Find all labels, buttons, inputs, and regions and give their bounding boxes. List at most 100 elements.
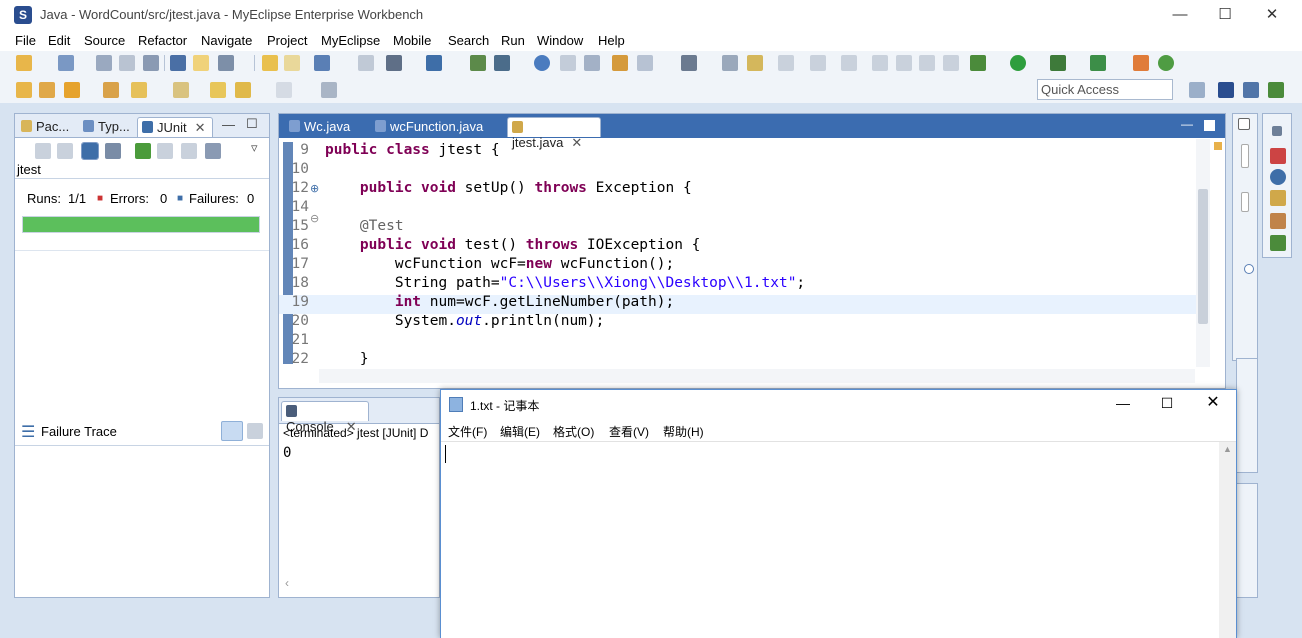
globe-icon[interactable] xyxy=(534,55,550,71)
notepad-scrollbar[interactable]: ▲ xyxy=(1219,442,1236,638)
step-over-icon[interactable] xyxy=(810,55,826,71)
servers-icon[interactable] xyxy=(1270,213,1286,229)
fold-expand-icon[interactable]: ⊕ xyxy=(310,182,319,195)
print-icon[interactable] xyxy=(143,55,159,71)
show-failures-only-icon[interactable] xyxy=(81,142,99,160)
new-icon[interactable] xyxy=(16,55,32,71)
rocket-icon[interactable] xyxy=(64,82,80,98)
suspend-icon[interactable] xyxy=(896,55,912,71)
update-icon[interactable] xyxy=(1158,55,1174,71)
maximize-editor-icon[interactable] xyxy=(1204,120,1215,131)
terminate-icon[interactable] xyxy=(919,55,935,71)
debug-view-icon[interactable] xyxy=(1270,235,1286,251)
next-edit-icon[interactable] xyxy=(131,82,147,98)
browser-icon[interactable] xyxy=(426,55,442,71)
server-icon[interactable] xyxy=(358,55,374,71)
open-folder-icon[interactable] xyxy=(16,82,32,98)
scroll-left-icon[interactable]: ‹ xyxy=(285,576,289,590)
back-history-icon[interactable] xyxy=(210,82,226,98)
next-annotation-icon[interactable] xyxy=(284,55,300,71)
notepad-menu-format[interactable]: 格式(O) xyxy=(553,423,594,440)
rerun-test-icon[interactable] xyxy=(135,143,151,159)
tab-jtest-java[interactable]: jtest.java ✕ xyxy=(507,117,601,150)
menu-navigate[interactable]: Navigate xyxy=(201,33,252,48)
debug-icon[interactable] xyxy=(970,55,986,71)
task-list-icon[interactable] xyxy=(1241,192,1249,212)
menu-search[interactable]: Search xyxy=(448,33,489,48)
menu-run[interactable]: Run xyxy=(501,33,525,48)
menu-refactor[interactable]: Refactor xyxy=(138,33,187,48)
previous-failure-icon[interactable] xyxy=(57,143,73,159)
prev-annotation-icon[interactable] xyxy=(262,55,278,71)
notepad-menu-file[interactable]: 文件(F) xyxy=(448,423,487,440)
refresh-icon[interactable] xyxy=(584,55,600,71)
menu-help[interactable]: Help xyxy=(598,33,625,48)
open-perspective-icon[interactable] xyxy=(1189,82,1205,98)
tab-package-explorer[interactable]: Pac... xyxy=(17,117,73,137)
menu-mobile[interactable]: Mobile xyxy=(393,33,431,48)
scrollbar-thumb[interactable] xyxy=(1198,189,1208,324)
maximize-button[interactable]: ☐ xyxy=(1203,4,1247,28)
menu-source[interactable]: Source xyxy=(84,33,125,48)
settings-icon[interactable] xyxy=(637,55,653,71)
pin-editor-icon[interactable] xyxy=(321,82,337,98)
disconnect-icon[interactable] xyxy=(943,55,959,71)
notepad-text-area[interactable] xyxy=(441,442,1219,638)
new-project-icon[interactable] xyxy=(58,55,74,71)
toggle-mark-icon[interactable] xyxy=(193,55,209,71)
stop-test-icon[interactable] xyxy=(181,143,197,159)
filter-stack-trace-icon[interactable] xyxy=(221,421,243,441)
external-tools-icon[interactable] xyxy=(1090,55,1106,71)
notepad-maximize-button[interactable]: ☐ xyxy=(1145,392,1189,416)
list-icon[interactable] xyxy=(722,55,738,71)
close-button[interactable]: ✕ xyxy=(1250,4,1294,28)
save-icon[interactable] xyxy=(96,55,112,71)
close-tab-icon[interactable]: ✕ xyxy=(195,120,206,135)
minimize-view-icon[interactable]: — xyxy=(222,117,235,132)
fold-collapse-icon[interactable]: ⊖ xyxy=(310,212,319,225)
gift-icon[interactable] xyxy=(1133,55,1149,71)
horizontal-scrollbar[interactable] xyxy=(319,369,1195,383)
minimize-editor-icon[interactable]: — xyxy=(1181,117,1193,131)
minimize-button[interactable]: — xyxy=(1158,4,1202,28)
web-service-icon[interactable] xyxy=(494,55,510,71)
notepad-menu-view[interactable]: 查看(V) xyxy=(609,423,649,440)
notepad-close-button[interactable]: ✕ xyxy=(1191,392,1235,416)
tab-type-hierarchy[interactable]: Typ... xyxy=(79,117,134,137)
javadoc-icon[interactable] xyxy=(1270,169,1286,185)
resume-icon[interactable] xyxy=(872,55,888,71)
menu-edit[interactable]: Edit xyxy=(48,33,70,48)
test-history-icon[interactable] xyxy=(205,143,221,159)
maximize-view-icon[interactable]: ☐ xyxy=(246,116,258,132)
forward-icon[interactable] xyxy=(276,82,292,98)
search-view-icon[interactable] xyxy=(1244,264,1254,274)
edit-icon[interactable] xyxy=(747,55,763,71)
java-perspective-icon[interactable] xyxy=(1243,82,1259,98)
tab-wcfunction-java[interactable]: wcFunction.java xyxy=(371,117,487,137)
folder-icon[interactable] xyxy=(39,82,55,98)
vertical-scrollbar[interactable] xyxy=(1196,139,1210,367)
code-view[interactable]: 9 public class jtest {10 12 public void se… xyxy=(279,139,1196,374)
quick-access-input[interactable]: Quick Access xyxy=(1037,79,1173,100)
scroll-up-icon[interactable]: ▲ xyxy=(1223,444,1232,454)
run-icon[interactable] xyxy=(1010,55,1026,71)
coverage-icon[interactable] xyxy=(1050,55,1066,71)
camera-icon[interactable] xyxy=(681,55,697,71)
menu-file[interactable]: File xyxy=(15,33,36,48)
problems-icon[interactable] xyxy=(1270,148,1286,164)
menu-myeclipse[interactable]: MyEclipse xyxy=(321,33,380,48)
restore-icon[interactable] xyxy=(1238,118,1250,130)
save-all-icon[interactable] xyxy=(119,55,135,71)
open-type-icon[interactable] xyxy=(170,55,186,71)
notepad-menu-edit[interactable]: 编辑(E) xyxy=(500,423,540,440)
next-failure-icon[interactable] xyxy=(35,143,51,159)
tab-wc-java[interactable]: Wc.java xyxy=(285,117,354,137)
menu-project[interactable]: Project xyxy=(267,33,307,48)
builder-icon[interactable] xyxy=(612,55,628,71)
back-icon[interactable] xyxy=(235,82,251,98)
menu-window[interactable]: Window xyxy=(537,33,583,48)
last-edit-icon[interactable] xyxy=(173,82,189,98)
web-project-icon[interactable] xyxy=(314,55,330,71)
declaration-icon[interactable] xyxy=(1270,190,1286,206)
tab-junit[interactable]: JUnit ✕ xyxy=(137,117,213,137)
